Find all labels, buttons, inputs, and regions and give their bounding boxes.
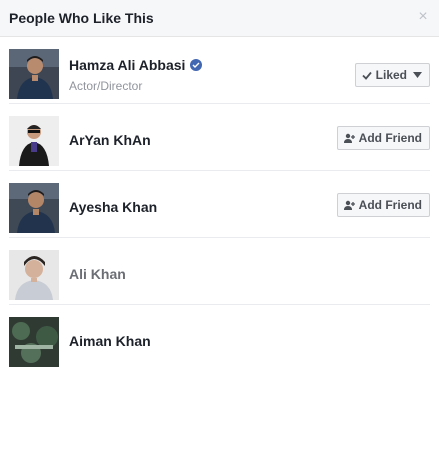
add-friend-button[interactable]: Add Friend — [336, 193, 430, 217]
liked-button[interactable]: Liked — [354, 63, 430, 87]
person-name: ArYan KhAn — [69, 132, 151, 148]
person-info: ArYan KhAn — [69, 132, 151, 150]
person-info: Aiman Khan — [69, 333, 151, 351]
list-item: ArYan KhAn Add Friend — [9, 104, 430, 171]
person-name-link[interactable]: Ayesha Khan — [69, 199, 157, 215]
close-icon[interactable]: × — [416, 9, 430, 25]
add-friend-button-label: Add Friend — [358, 131, 422, 145]
person-name: Ayesha Khan — [69, 199, 158, 215]
person-name-link[interactable]: ArYan KhAn — [69, 132, 151, 148]
check-icon — [362, 71, 372, 80]
likes-dialog: People Who Like This × Hamza Ali Abbasi — [0, 0, 439, 457]
person-info: Hamza Ali Abbasi Actor/Director — [69, 57, 203, 93]
person-name: Aiman Khan — [69, 333, 151, 349]
add-friend-button-label: Add Friend — [358, 198, 422, 212]
add-friend-icon — [343, 133, 355, 144]
avatar[interactable] — [9, 317, 59, 367]
dialog-title: People Who Like This — [9, 10, 154, 26]
person-name-link[interactable]: Hamza Ali Abbasi — [69, 57, 203, 73]
dialog-header: People Who Like This × — [0, 0, 439, 37]
person-subtitle: Actor/Director — [69, 79, 143, 93]
avatar[interactable] — [9, 250, 59, 300]
people-list: Hamza Ali Abbasi Actor/Director Liked Ar… — [0, 37, 439, 372]
list-item: Ayesha Khan Add Friend — [9, 171, 430, 238]
list-item: Ali Khan — [9, 238, 430, 305]
list-item: Aiman Khan — [9, 305, 430, 372]
person-info: Ayesha Khan — [69, 199, 157, 217]
chevron-down-icon — [413, 72, 422, 78]
avatar[interactable] — [9, 49, 59, 99]
avatar[interactable] — [9, 183, 59, 233]
add-friend-button[interactable]: Add Friend — [336, 126, 430, 150]
person-name: Hamza Ali Abbasi — [69, 57, 186, 73]
liked-button-label: Liked — [375, 68, 407, 82]
person-name: Ali Khan — [69, 266, 126, 282]
list-item: Hamza Ali Abbasi Actor/Director Liked — [9, 37, 430, 104]
add-friend-icon — [343, 200, 355, 211]
person-name-link[interactable]: Aiman Khan — [69, 333, 151, 349]
verified-badge-icon — [190, 59, 203, 71]
person-name-link[interactable]: Ali Khan — [69, 266, 126, 282]
person-info: Ali Khan — [69, 266, 126, 284]
avatar[interactable] — [9, 116, 59, 166]
